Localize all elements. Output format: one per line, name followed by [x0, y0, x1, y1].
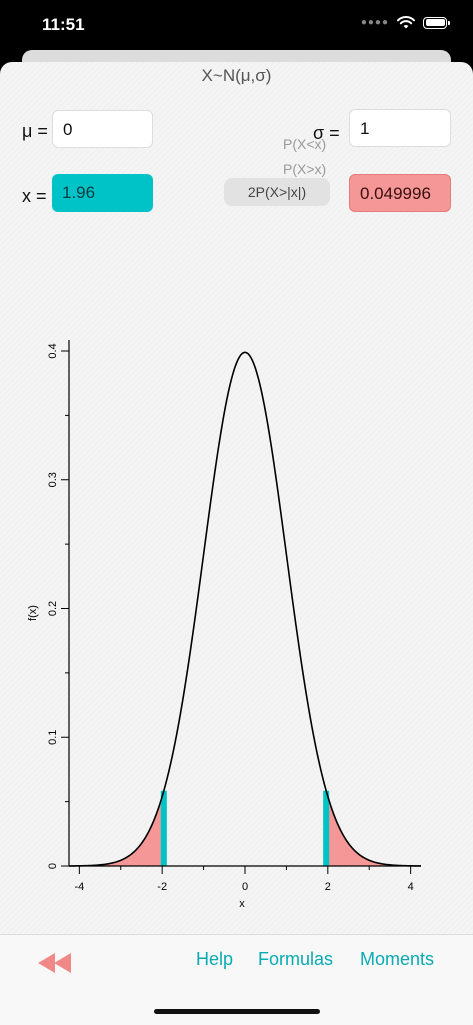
status-time: 11:51 — [42, 15, 85, 34]
page-title: X~N(μ,σ) — [201, 66, 272, 85]
x-tick-label: 0 — [242, 881, 248, 893]
formulas-button[interactable]: Formulas — [258, 949, 333, 970]
result-field: 0.049996 — [349, 174, 451, 212]
modal-sheet: X~N(μ,σ) μ = 0 σ = 1 x = 1.96 P(X<x) P(X… — [0, 62, 473, 1025]
bottom-toolbar: Help Formulas Moments — [0, 934, 473, 1025]
sigma-input[interactable]: 1 — [349, 109, 451, 147]
signal-icon: ●●●● — [360, 17, 389, 28]
x-tick-label: 2 — [325, 881, 331, 893]
wifi-icon — [397, 16, 415, 29]
rewind-icon[interactable] — [38, 953, 74, 973]
battery-icon — [423, 16, 450, 29]
x-tick-label: 4 — [408, 881, 414, 893]
moments-button[interactable]: Moments — [360, 949, 434, 970]
y-tick-label: 0.1 — [47, 730, 59, 745]
status-bar: 11:51 ●●●● — [0, 0, 473, 56]
y-tick-label: 0 — [47, 863, 59, 869]
y-axis-label: f(x) — [27, 605, 39, 621]
option-two-tail-selected[interactable]: 2P(X>|x|) — [224, 178, 330, 206]
option-p-less[interactable]: P(X<x) — [283, 136, 326, 152]
mu-input[interactable]: 0 — [52, 110, 153, 148]
help-button[interactable]: Help — [196, 949, 233, 970]
density-chart: 0 0.1 0.2 0.3 0.4 -4 -2 0 2 4 x f(x) — [27, 340, 422, 910]
status-icons: ●●●● — [360, 16, 450, 29]
x-input[interactable]: 1.96 — [52, 174, 153, 212]
x-marker-1 — [160, 790, 167, 866]
x-marker-2 — [323, 790, 330, 866]
x-axis-label: x — [239, 898, 245, 910]
home-indicator — [154, 1009, 320, 1014]
y-tick-label: 0.2 — [47, 601, 59, 616]
y-tick-label: 0.4 — [47, 343, 59, 358]
mu-label: μ = — [22, 121, 48, 141]
density-curve — [68, 351, 422, 867]
x-tick-label: -4 — [74, 881, 84, 893]
x-tick-label: -2 — [157, 881, 167, 893]
option-p-greater[interactable]: P(X>x) — [283, 161, 326, 177]
x-label: x = — [22, 186, 47, 206]
y-tick-label: 0.3 — [47, 472, 59, 487]
